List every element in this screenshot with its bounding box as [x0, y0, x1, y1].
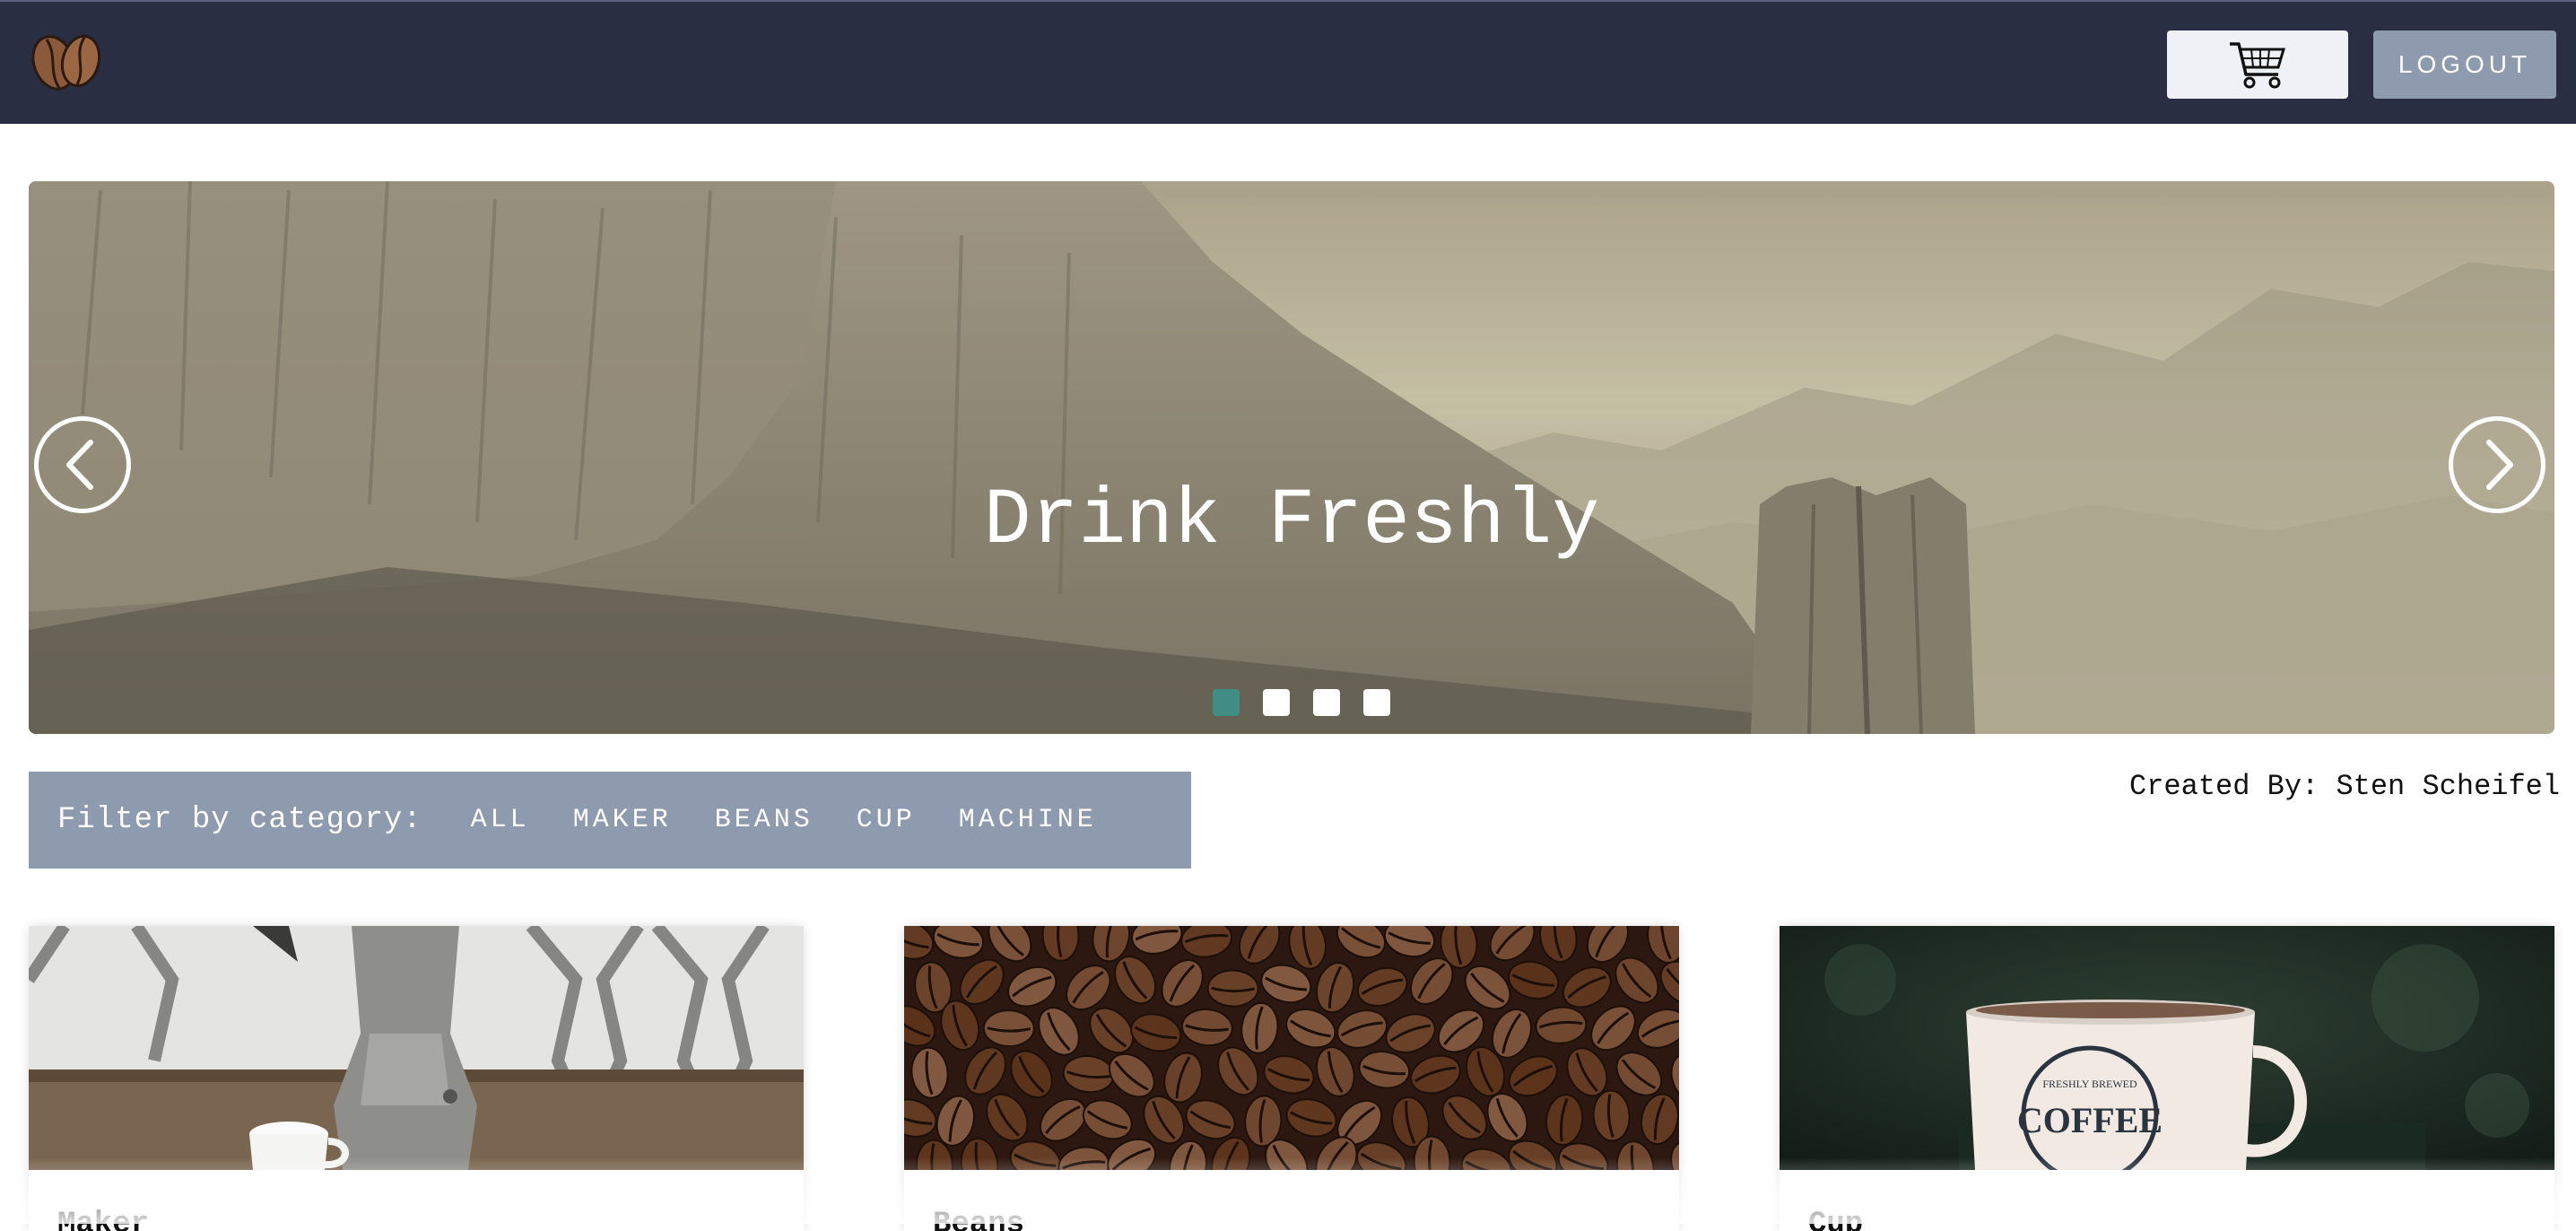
product-card-maker[interactable]: Maker — [29, 926, 804, 1231]
carousel-indicators — [1213, 689, 1390, 716]
category-filter-bar: Filter by category: ALL MAKER BEANS CUP … — [29, 772, 1191, 869]
coffee-mug-image: FRESHLY BREWED COFFEE — [1780, 926, 2554, 1170]
svg-text:FRESHLY BREWED: FRESHLY BREWED — [2042, 1078, 2137, 1090]
carousel-dot-4[interactable] — [1363, 689, 1390, 716]
cart-button[interactable] — [2167, 31, 2348, 99]
logout-button[interactable]: LOGOUT — [2373, 31, 2556, 99]
chevron-right-icon — [2486, 440, 2513, 490]
slide-title: Drink Freshly — [983, 477, 1600, 566]
carousel-dot-3[interactable] — [1313, 689, 1340, 716]
mountain-slide-image — [29, 181, 2554, 734]
coffee-beans-image — [904, 926, 1679, 1170]
carousel-dot-2[interactable] — [1263, 689, 1290, 716]
chevron-left-icon — [66, 440, 93, 490]
top-nav-bar: LOGOUT — [0, 0, 2576, 124]
coffee-beans-icon[interactable] — [27, 29, 106, 93]
filter-machine[interactable]: MACHINE — [959, 805, 1097, 835]
product-card-cup[interactable]: FRESHLY BREWED COFFEE Cup — [1780, 926, 2554, 1231]
carousel-next-button[interactable] — [2449, 416, 2546, 513]
carousel-dot-1[interactable] — [1213, 689, 1240, 716]
author-credit: Created By: Sten Scheifel — [2129, 770, 2561, 803]
filter-all[interactable]: ALL — [471, 805, 530, 835]
product-title: Beans — [933, 1208, 1025, 1231]
filter-beans[interactable]: BEANS — [715, 805, 814, 835]
svg-text:COFFEE: COFFEE — [2017, 1100, 2163, 1140]
product-card-beans[interactable]: Beans — [904, 926, 1679, 1231]
product-title: Cup — [1808, 1208, 1864, 1231]
filter-maker[interactable]: MAKER — [573, 805, 672, 835]
filter-cup[interactable]: CUP — [857, 805, 916, 835]
moka-pot-image — [29, 926, 804, 1170]
shopping-cart-icon — [2230, 42, 2286, 89]
carousel-prev-button[interactable] — [34, 416, 131, 513]
product-title: Maker — [57, 1208, 150, 1231]
filter-label: Filter by category: — [57, 803, 422, 837]
hero-carousel: Drink Freshly — [29, 181, 2554, 734]
